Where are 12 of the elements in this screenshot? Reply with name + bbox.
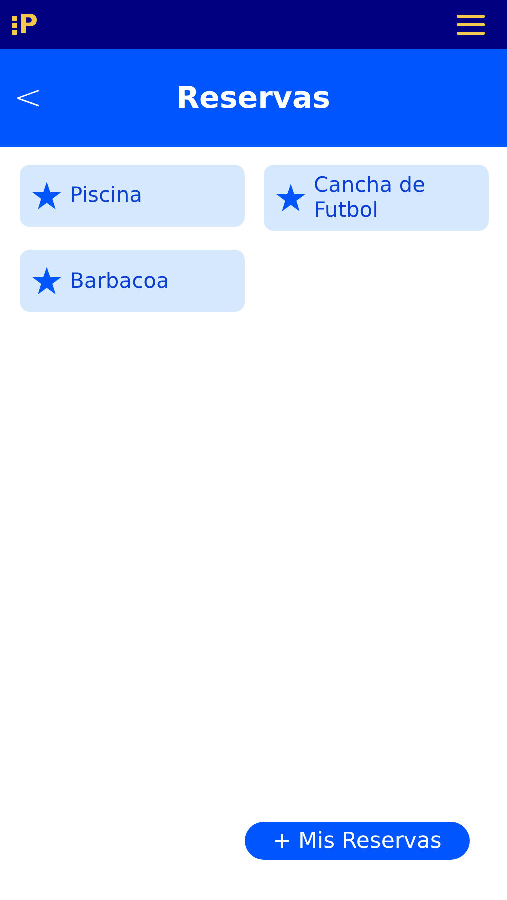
- star-icon: [32, 266, 62, 296]
- my-reservations-button[interactable]: + Mis Reservas: [245, 822, 470, 860]
- star-icon: [32, 182, 62, 210]
- amenity-button[interactable]: Barbacoa: [20, 250, 245, 312]
- amenity-button[interactable]: Cancha de Futbol: [264, 165, 489, 232]
- logo-dots-icon: [12, 14, 17, 34]
- page-title: Reservas: [176, 80, 331, 118]
- menu-icon[interactable]: [457, 14, 485, 34]
- star-icon: [276, 184, 306, 213]
- logo-text: P: [19, 12, 38, 38]
- amenity-button[interactable]: Piscina: [20, 165, 245, 227]
- back-button[interactable]: <: [0, 81, 42, 115]
